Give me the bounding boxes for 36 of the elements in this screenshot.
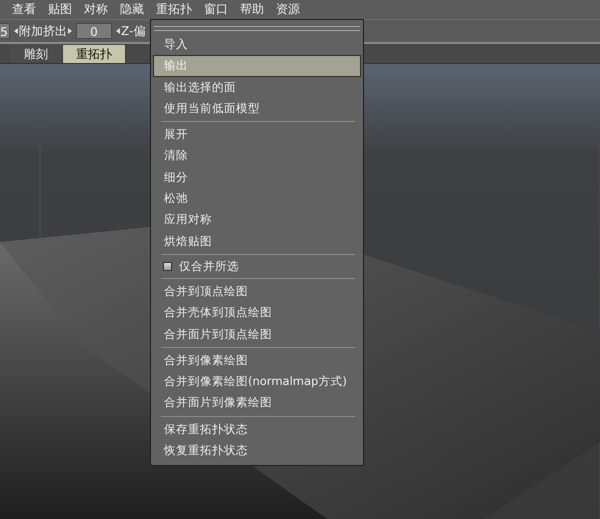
menu-bar-item[interactable]: 重拓扑 (150, 0, 198, 19)
menu-item[interactable]: 保存重拓扑状态 (153, 418, 361, 440)
spinner-label: Z-偏 (121, 22, 146, 40)
tab[interactable]: 雕刻 (10, 45, 63, 63)
menu-bar-item[interactable]: 帮助 (234, 0, 270, 19)
menu-item[interactable]: 合并面片到顶点绘图 (153, 324, 361, 345)
menu-bar-item[interactable]: 查看 (6, 0, 42, 19)
number-field[interactable]: 0 (76, 23, 112, 39)
left-arrow-icon[interactable] (116, 28, 120, 34)
menu-item[interactable]: 展开 (153, 124, 361, 146)
right-arrow-icon[interactable] (68, 28, 72, 34)
menu-item[interactable]: 导入 (153, 34, 361, 56)
checkbox[interactable] (163, 262, 172, 271)
checkbox-label[interactable]: 仅合并所选 (179, 256, 239, 276)
menu-item[interactable]: 输出选择的面 (153, 76, 361, 98)
menu-item[interactable]: 烘焙贴图 (153, 230, 361, 252)
menu-item[interactable]: 合并到像素绘图(normalmap方式) (153, 371, 361, 392)
number-field[interactable]: 5 (0, 23, 10, 39)
menu-item[interactable]: 恢复重拓扑状态 (153, 440, 361, 462)
menu-item[interactable]: 清除 (153, 145, 361, 167)
menu-item[interactable]: 松弛 (153, 188, 361, 210)
menu-bar-item[interactable]: 窗口 (198, 0, 234, 19)
spinner-label: 附加挤出 (19, 22, 67, 40)
menu-item[interactable]: 使用当前低面模型 (153, 98, 361, 120)
menu-item[interactable]: 合并到顶点绘图 (153, 280, 361, 302)
menu-bar-item[interactable]: 贴图 (42, 0, 78, 19)
menu-bar-item[interactable]: 对称 (78, 0, 114, 19)
menu-item[interactable]: 细分 (153, 166, 361, 188)
left-arrow-icon[interactable] (14, 28, 18, 34)
menu-item[interactable]: 合并到像素绘图 (153, 350, 361, 372)
menu-item[interactable]: 合并壳体到顶点绘图 (153, 302, 361, 324)
menu-item[interactable]: 合并面片到像素绘图 (153, 392, 361, 414)
menu-item[interactable]: 应用对称 (153, 209, 361, 231)
menu-bar-item[interactable]: 隐藏 (114, 0, 150, 19)
menu-bar-item[interactable]: 资源 (270, 0, 306, 19)
tab[interactable]: 重拓扑 (63, 45, 126, 63)
